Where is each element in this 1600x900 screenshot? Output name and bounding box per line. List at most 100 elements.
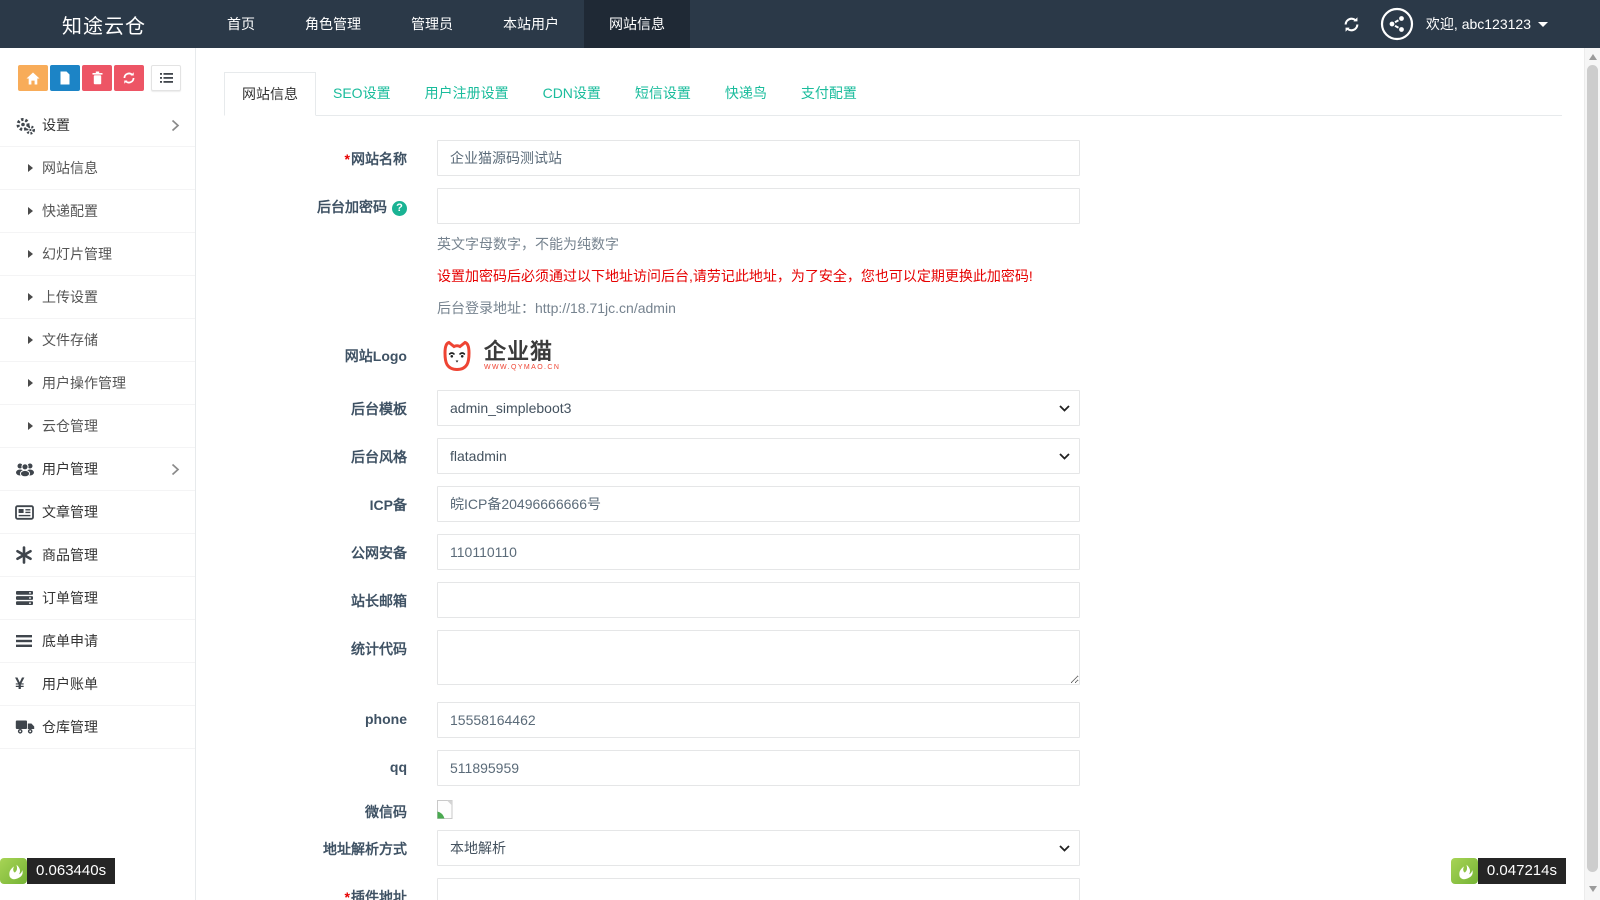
- scroll-down-arrow[interactable]: [1589, 886, 1597, 892]
- welcome-dropdown[interactable]: 欢迎, abc123123: [1426, 14, 1531, 34]
- sidebar-toolbar: [0, 48, 195, 104]
- admin-code-label: 后台加密码?: [224, 188, 407, 318]
- nav-item-home[interactable]: 首页: [202, 0, 280, 48]
- sidebar-item-order-management[interactable]: 订单管理: [0, 577, 195, 620]
- brand-logo[interactable]: 知途云仓: [62, 10, 146, 39]
- admin-code-warning: 设置加密码后必须通过以下地址访问后台,请劳记此地址，为了安全，您也可以定期更换此…: [437, 268, 1033, 284]
- phone-label: phone: [365, 711, 407, 727]
- template-select[interactable]: admin_simpleboot3: [437, 390, 1080, 426]
- sidebar-item-site-info[interactable]: 网站信息: [0, 147, 195, 190]
- stats-code-label: 统计代码: [351, 641, 407, 657]
- sidebar-item-slides[interactable]: 幻灯片管理: [0, 233, 195, 276]
- sidebar-item-warehouse-management[interactable]: 仓库管理: [0, 706, 195, 749]
- tab-cdn[interactable]: CDN设置: [526, 72, 618, 115]
- nav-item-admins[interactable]: 管理员: [386, 0, 478, 48]
- sidebar-item-label: 设置: [42, 117, 70, 133]
- sidebar-item-label: 订单管理: [42, 590, 98, 606]
- nav-item-site-users[interactable]: 本站用户: [478, 0, 584, 48]
- sidebar-item-user-ops[interactable]: 用户操作管理: [0, 362, 195, 405]
- perf-badge-right: 0.047214s: [1450, 858, 1566, 884]
- site-logo-image[interactable]: 企业猫 WWW.QYMAO.CN: [437, 334, 1080, 378]
- sidebar-item-settings[interactable]: 设置: [0, 104, 195, 147]
- police-input[interactable]: [437, 534, 1080, 570]
- tab-kdniao[interactable]: 快递鸟: [708, 72, 784, 115]
- caret-down-icon[interactable]: [1538, 21, 1548, 27]
- recycle-icon: [123, 72, 135, 84]
- sidebar-item-label: 文章管理: [42, 504, 98, 520]
- nav-item-site-info[interactable]: 网站信息: [584, 0, 690, 48]
- template-label: 后台模板: [351, 401, 407, 417]
- bars-icon: [15, 634, 42, 648]
- site-name-input[interactable]: [437, 140, 1080, 176]
- phone-input[interactable]: [437, 702, 1080, 738]
- file-icon: [60, 71, 70, 85]
- chevron-down-icon: [1059, 453, 1070, 460]
- nav-item-roles[interactable]: 角色管理: [280, 0, 386, 48]
- list-button[interactable]: [151, 65, 181, 91]
- qq-label: qq: [389, 759, 407, 775]
- tab-sms[interactable]: 短信设置: [618, 72, 708, 115]
- triangle-icon: [28, 164, 33, 172]
- required-mark: *: [344, 151, 350, 167]
- plugin-addr-label: *插件地址: [224, 878, 407, 900]
- tab-seo[interactable]: SEO设置: [316, 72, 408, 115]
- site-name-label: *网站名称: [344, 151, 407, 167]
- icp-input[interactable]: [437, 486, 1080, 522]
- sidebar-item-product-management[interactable]: 商品管理: [0, 534, 195, 577]
- sidebar-item-file-storage[interactable]: 文件存储: [0, 319, 195, 362]
- style-label: 后台风格: [351, 449, 407, 465]
- chevron-down-icon: [1059, 405, 1070, 412]
- sidebar-item-label: 网站信息: [42, 160, 98, 176]
- icp-label: ICP备: [369, 497, 407, 513]
- police-label: 公网安备: [351, 545, 407, 561]
- scroll-up-arrow[interactable]: [1589, 54, 1597, 60]
- sidebar-item-receipt-request[interactable]: 底单申请: [0, 620, 195, 663]
- triangle-icon: [28, 293, 33, 301]
- qq-input[interactable]: [437, 750, 1080, 786]
- top-navbar: 知途云仓 首页 角色管理 管理员 本站用户 网站信息 欢迎, abc123123: [0, 0, 1600, 48]
- refresh-icon[interactable]: [1343, 16, 1360, 33]
- tab-site-info[interactable]: 网站信息: [224, 72, 316, 116]
- vertical-scrollbar[interactable]: [1584, 48, 1600, 900]
- sidebar-item-label: 云仓管理: [42, 418, 98, 434]
- email-input[interactable]: [437, 582, 1080, 618]
- yen-icon: ¥: [15, 674, 25, 693]
- addr-mode-select[interactable]: 本地解析: [437, 830, 1080, 866]
- site-logo-label: 网站Logo: [344, 348, 407, 364]
- file-button[interactable]: [50, 65, 80, 91]
- server-icon: [15, 590, 42, 606]
- plugin-addr-input[interactable]: [437, 878, 1080, 900]
- home-button[interactable]: [18, 65, 48, 91]
- style-select[interactable]: flatadmin: [437, 438, 1080, 474]
- sidebar-item-user-bills[interactable]: ¥ 用户账单: [0, 663, 195, 706]
- trash-button[interactable]: [82, 65, 112, 91]
- sidebar-item-user-management[interactable]: 用户管理: [0, 448, 195, 491]
- sidebar-item-article-management[interactable]: 文章管理: [0, 491, 195, 534]
- scrollbar-thumb[interactable]: [1587, 65, 1598, 872]
- newspaper-icon: [15, 504, 42, 520]
- load-time-right: 0.047214s: [1477, 858, 1566, 884]
- required-mark: *: [344, 889, 350, 900]
- sidebar-item-upload[interactable]: 上传设置: [0, 276, 195, 319]
- tab-payment[interactable]: 支付配置: [784, 72, 874, 115]
- recycle-button[interactable]: [114, 65, 144, 91]
- triangle-icon: [28, 379, 33, 387]
- question-circle-icon[interactable]: ?: [392, 201, 407, 216]
- cogs-icon: [15, 116, 42, 135]
- stats-code-textarea[interactable]: [437, 630, 1080, 685]
- list-icon: [159, 73, 173, 83]
- sidebar-item-label: 上传设置: [42, 289, 98, 305]
- admin-code-input[interactable]: [437, 188, 1080, 224]
- sidebar-item-label: 商品管理: [42, 547, 98, 563]
- broken-image-icon[interactable]: [437, 798, 1080, 819]
- tab-user-register[interactable]: 用户注册设置: [408, 72, 526, 115]
- sidebar-item-label: 快递配置: [42, 203, 98, 219]
- sidebar-item-express-config[interactable]: 快递配置: [0, 190, 195, 233]
- avatar-icon[interactable]: [1380, 7, 1414, 41]
- sidebar: 设置 网站信息 快递配置 幻灯片管理 上传设置 文件存储 用户操作管理 云仓管理: [0, 48, 196, 900]
- sidebar-item-label: 文件存储: [42, 332, 98, 348]
- chevron-right-icon: [171, 119, 180, 132]
- site-info-form: *网站名称 后台加密码? 英文字母数字，不能为纯数字 设置加密码后必须通过以下地…: [224, 140, 1562, 900]
- sidebar-item-cloud-warehouse[interactable]: 云仓管理: [0, 405, 195, 448]
- navbar-right: 欢迎, abc123123: [1343, 7, 1548, 41]
